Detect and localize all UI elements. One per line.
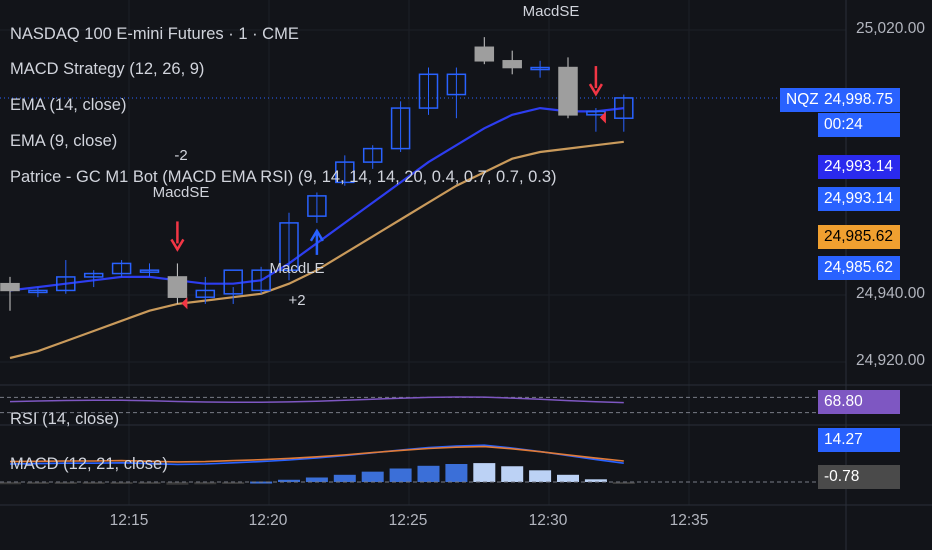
legend-ema-9[interactable]: EMA (9, close) <box>10 132 117 151</box>
time-label-1230: 12:30 <box>528 512 568 529</box>
macd-histogram-bar <box>529 470 552 482</box>
candle-body <box>0 282 20 292</box>
legend-ema-14[interactable]: EMA (14, close) <box>10 96 126 115</box>
candle-body <box>502 60 522 69</box>
time-label-1215: 12:15 <box>109 512 149 529</box>
macd-histogram-bar <box>417 465 440 482</box>
macd-value-tag: 14.27 <box>818 428 900 452</box>
time-label-1235: 12:35 <box>669 512 709 529</box>
macd-histogram-bar <box>445 464 468 482</box>
time-label-1225: 12:25 <box>388 512 428 529</box>
macd-histogram-bar <box>361 471 384 482</box>
symbol-title: NASDAQ 100 E-mini Futures · 1 · CME <box>10 25 299 43</box>
last-price-tag: 24,998.75 <box>818 88 900 112</box>
signal-label-long-1: MacdLE <box>269 260 325 277</box>
ema-fast-tag-2: 24,993.14 <box>818 187 900 211</box>
candle-body <box>558 66 578 116</box>
signal-label-short-1: MacdSE <box>152 184 210 201</box>
macd-histogram-bar <box>389 468 412 482</box>
macd-pane-label[interactable]: MACD (12, 21, close) <box>10 455 168 474</box>
ema-slow-tag: 24,985.62 <box>818 225 900 249</box>
signal-qty-short-1: -2 <box>174 147 188 164</box>
legend-macd-strategy[interactable]: MACD Strategy (12, 26, 9) <box>10 60 204 79</box>
legend-patrice-bot[interactable]: Patrice - GC M1 Bot (MACD EMA RSI) (9, 1… <box>10 168 557 187</box>
macd-histogram-bar <box>333 474 356 482</box>
signal-value-tag: -0.78 <box>818 465 900 489</box>
ema-slow-tag-2: 24,985.62 <box>818 256 900 280</box>
rsi-pane-label[interactable]: RSI (14, close) <box>10 410 119 429</box>
signal-label-short-2: MacdSE <box>522 3 580 20</box>
short-entry-marker <box>599 111 606 124</box>
macd-histogram-bar <box>557 474 579 482</box>
macd-histogram-bar <box>501 466 524 482</box>
price-label-24940: 24,940.00 <box>856 285 925 302</box>
candle-body <box>474 46 495 62</box>
macd-histogram-bar <box>305 477 328 482</box>
short-entry-marker <box>181 297 188 310</box>
macd-histogram-bar <box>473 463 496 482</box>
price-label-25020: 25,020.00 <box>856 20 925 37</box>
time-label-1220: 12:20 <box>248 512 288 529</box>
countdown-tag: 00:24 <box>818 113 900 137</box>
ema-fast-tag: 24,993.14 <box>818 155 900 179</box>
rsi-value-tag: 68.80 <box>818 390 900 414</box>
signal-qty-long-1: +2 <box>288 292 306 309</box>
candle-body <box>167 276 188 298</box>
price-label-24920: 24,920.00 <box>856 352 925 369</box>
